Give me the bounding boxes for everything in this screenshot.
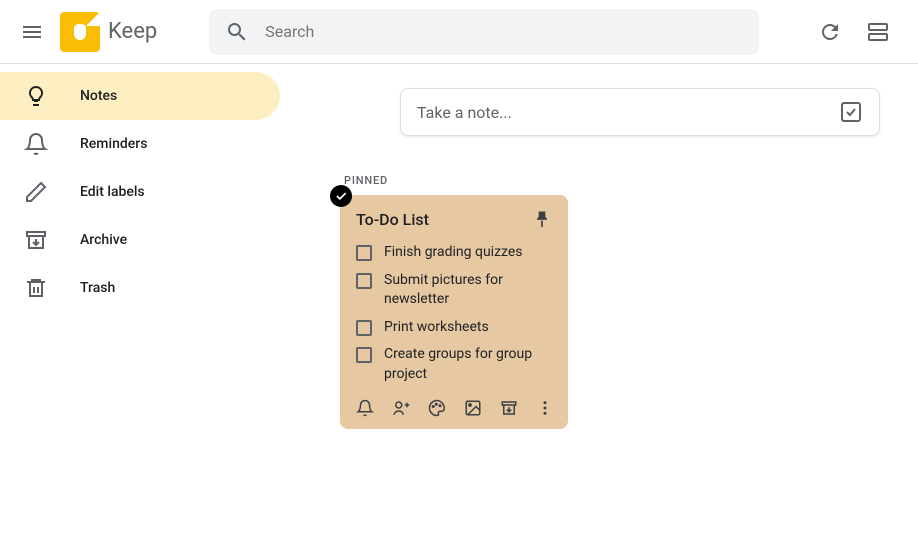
header-actions bbox=[810, 12, 906, 52]
palette-icon bbox=[428, 399, 446, 417]
sidebar: Notes Reminders Edit labels Archive Tras… bbox=[0, 64, 280, 558]
hamburger-icon bbox=[20, 20, 44, 44]
lightbulb-icon bbox=[24, 84, 48, 108]
more-vert-icon bbox=[536, 399, 554, 417]
note-card-wrapper: To-Do List Finish grading quizzes Submit… bbox=[340, 195, 568, 429]
refresh-icon bbox=[818, 20, 842, 44]
list-item[interactable]: Submit pictures for newsletter bbox=[356, 267, 552, 314]
list-item[interactable]: Finish grading quizzes bbox=[356, 239, 552, 267]
pin-icon[interactable] bbox=[532, 209, 552, 229]
refresh-button[interactable] bbox=[810, 12, 850, 52]
list-item-text: Submit pictures for newsletter bbox=[384, 271, 552, 310]
sidebar-item-reminders[interactable]: Reminders bbox=[0, 120, 280, 168]
note-title: To-Do List bbox=[356, 210, 429, 229]
person-add-icon bbox=[392, 399, 410, 417]
list-view-icon bbox=[866, 20, 890, 44]
search-box[interactable] bbox=[209, 9, 759, 55]
list-item-text: Create groups for group project bbox=[384, 345, 552, 384]
main-content: Take a note... PINNED To-Do List Finish … bbox=[280, 64, 918, 558]
app-logo[interactable]: Keep bbox=[60, 12, 157, 52]
bell-icon bbox=[356, 399, 374, 417]
remind-me-button[interactable] bbox=[356, 399, 374, 417]
more-button[interactable] bbox=[536, 399, 554, 417]
sidebar-item-label: Archive bbox=[80, 232, 127, 248]
sidebar-item-notes[interactable]: Notes bbox=[0, 72, 280, 120]
pencil-icon bbox=[24, 180, 48, 204]
composer-placeholder: Take a note... bbox=[417, 103, 839, 122]
note-composer[interactable]: Take a note... bbox=[400, 88, 880, 136]
sidebar-item-label: Reminders bbox=[80, 136, 147, 152]
app-name: Keep bbox=[108, 19, 157, 44]
sidebar-item-label: Edit labels bbox=[80, 184, 145, 200]
header: Keep bbox=[0, 0, 918, 64]
pinned-section-label: PINNED bbox=[344, 174, 918, 187]
sidebar-item-trash[interactable]: Trash bbox=[0, 264, 280, 312]
background-options-button[interactable] bbox=[428, 399, 446, 417]
archive-icon bbox=[24, 228, 48, 252]
sidebar-item-label: Trash bbox=[80, 280, 115, 296]
bell-icon bbox=[24, 132, 48, 156]
list-item-text: Finish grading quizzes bbox=[384, 243, 523, 263]
checkbox-icon[interactable] bbox=[356, 347, 372, 363]
note-card[interactable]: To-Do List Finish grading quizzes Submit… bbox=[340, 195, 568, 429]
checkbox-icon[interactable] bbox=[356, 245, 372, 261]
sidebar-item-archive[interactable]: Archive bbox=[0, 216, 280, 264]
add-image-button[interactable] bbox=[464, 399, 482, 417]
note-toolbar bbox=[356, 389, 552, 421]
note-title-row: To-Do List bbox=[356, 209, 552, 229]
check-circle-icon bbox=[334, 189, 348, 203]
archive-button[interactable] bbox=[500, 399, 518, 417]
search-icon bbox=[225, 20, 249, 44]
archive-icon bbox=[500, 399, 518, 417]
list-view-button[interactable] bbox=[858, 12, 898, 52]
sidebar-item-label: Notes bbox=[80, 88, 117, 104]
checkbox-icon[interactable] bbox=[356, 320, 372, 336]
sidebar-item-edit-labels[interactable]: Edit labels bbox=[0, 168, 280, 216]
image-icon bbox=[464, 399, 482, 417]
list-item[interactable]: Create groups for group project bbox=[356, 341, 552, 388]
keep-logo-icon bbox=[60, 12, 100, 52]
search-input[interactable] bbox=[265, 22, 743, 41]
select-note-button[interactable] bbox=[330, 185, 352, 207]
list-item[interactable]: Print worksheets bbox=[356, 314, 552, 342]
checkbox-icon[interactable] bbox=[356, 273, 372, 289]
body: Notes Reminders Edit labels Archive Tras… bbox=[0, 64, 918, 558]
new-list-icon[interactable] bbox=[839, 100, 863, 124]
collaborator-button[interactable] bbox=[392, 399, 410, 417]
list-item-text: Print worksheets bbox=[384, 318, 489, 338]
checklist: Finish grading quizzes Submit pictures f… bbox=[356, 239, 552, 389]
trash-icon bbox=[24, 276, 48, 300]
main-menu-button[interactable] bbox=[12, 12, 52, 52]
